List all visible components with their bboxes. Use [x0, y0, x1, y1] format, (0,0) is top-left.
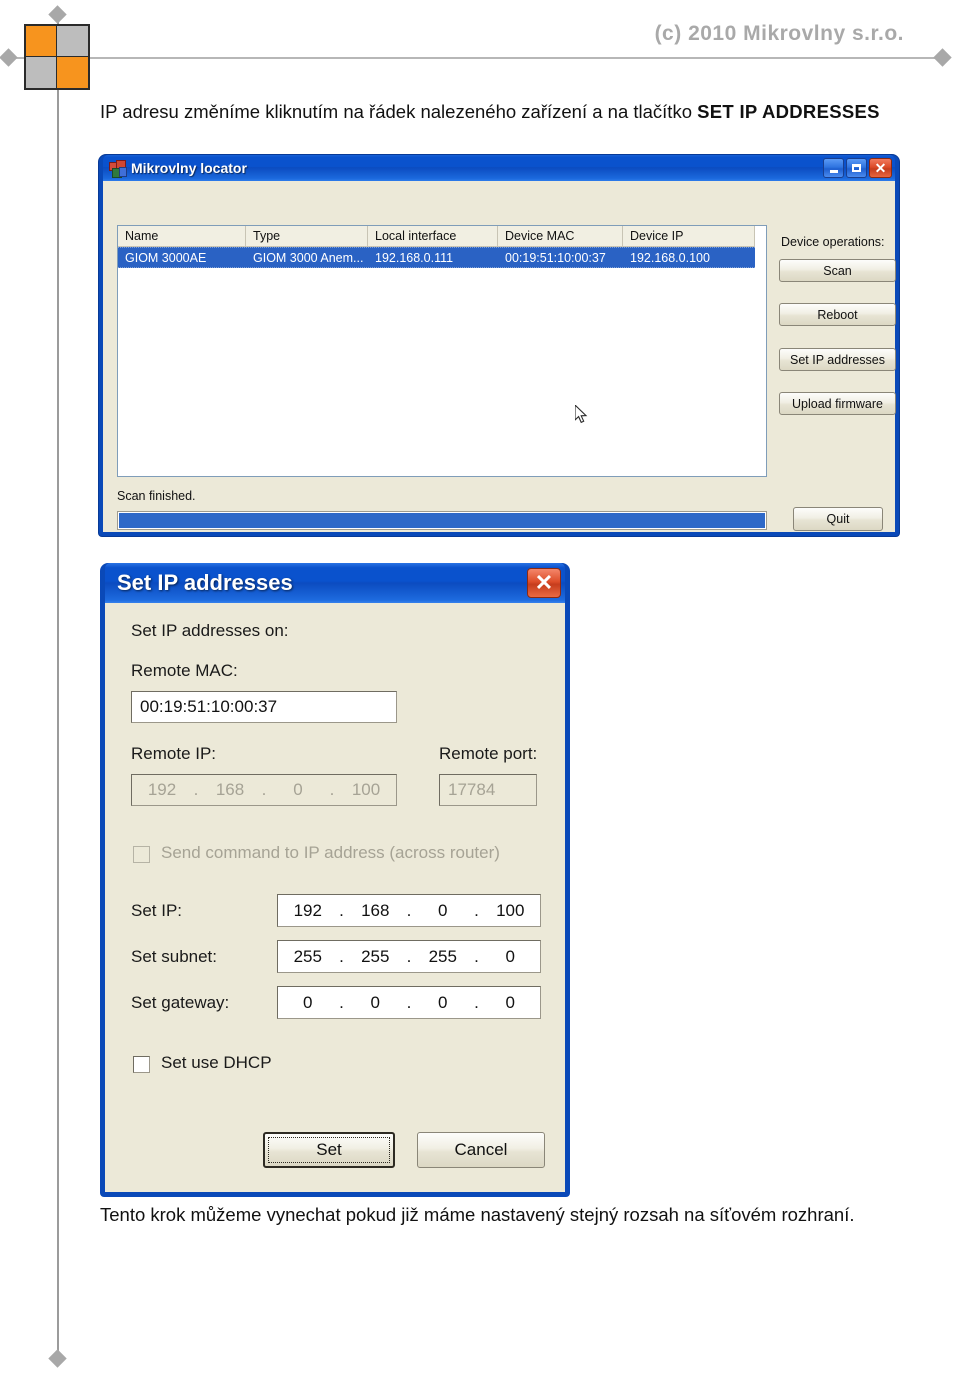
cancel-button[interactable]: Cancel: [417, 1132, 545, 1168]
outro-paragraph: Tento krok můžeme vynechat pokud již mám…: [100, 1204, 855, 1225]
column-header-type[interactable]: Type: [246, 226, 368, 247]
set-ip-octet-2: 168: [361, 900, 390, 920]
set-subnet-field[interactable]: 255. 255. 255. 0: [277, 940, 541, 973]
quit-button[interactable]: Quit: [793, 507, 883, 531]
use-dhcp-label: Set use DHCP: [161, 1053, 272, 1072]
diamond-left-icon: [0, 48, 18, 67]
section-label: Set IP addresses on:: [131, 621, 289, 640]
copyright-text: (c) 2010 Mikrovlny s.r.o.: [654, 22, 904, 45]
set-gateway-octet-4: 0: [505, 992, 515, 1012]
listview-header: Name Type Local interface Device MAC Dev…: [118, 226, 766, 247]
dialog-title: Set IP addresses: [117, 570, 293, 595]
locator-window-title: Mikrovlny locator: [131, 160, 247, 176]
locator-window-controls: ✕: [823, 158, 892, 178]
remote-mac-label: Remote MAC:: [131, 661, 238, 680]
left-vertical-rule: [57, 14, 59, 1362]
locator-client-area: Name Type Local interface Device MAC Dev…: [103, 181, 896, 532]
set-subnet-octet-3: 255: [428, 946, 457, 966]
column-header-device-ip[interactable]: Device IP: [623, 226, 755, 247]
set-ip-field[interactable]: 192. 168. 0. 100: [277, 894, 541, 927]
close-icon[interactable]: ✕: [869, 158, 892, 178]
remote-ip-octet-1: 192: [147, 780, 177, 799]
set-subnet-octet-1: 255: [293, 946, 322, 966]
diamond-right-icon: [933, 48, 952, 67]
cell-device-ip: 192.168.0.100: [630, 250, 710, 265]
device-operations-label: Device operations:: [781, 235, 885, 249]
scan-button[interactable]: Scan: [779, 259, 896, 282]
diamond-bottom-icon: [48, 1349, 67, 1368]
cell-device-mac: 00:19:51:10:00:37: [505, 250, 606, 265]
remote-ip-field[interactable]: 192. 168. 0. 100: [131, 774, 397, 806]
remote-ip-label: Remote IP:: [131, 744, 217, 763]
header-horizontal-rule: [8, 57, 944, 59]
set-ip-addresses-dialog: Set IP addresses ✕ Set IP addresses on: …: [100, 563, 570, 1197]
reboot-button[interactable]: Reboot: [779, 303, 896, 326]
remote-mac-field[interactable]: 00:19:51:10:00:37: [131, 691, 397, 723]
remote-port-field[interactable]: 17784: [439, 774, 537, 806]
app-blocks-icon: [109, 160, 127, 178]
set-button[interactable]: Set: [263, 1132, 395, 1168]
column-header-device-mac[interactable]: Device MAC: [498, 226, 623, 247]
set-ip-octet-4: 100: [496, 900, 525, 920]
set-gateway-octet-3: 0: [438, 992, 448, 1012]
use-dhcp-checkbox[interactable]: [133, 1056, 150, 1073]
dialog-client-area: Set IP addresses on: Remote MAC: 00:19:5…: [105, 603, 565, 1192]
remote-port-label: Remote port:: [439, 744, 538, 763]
set-gateway-field[interactable]: 0. 0. 0. 0: [277, 986, 541, 1019]
close-icon[interactable]: ✕: [527, 568, 561, 598]
table-row[interactable]: GIOM 3000AE GIOM 3000 Anem... 192.168.0.…: [118, 247, 755, 268]
intro-bold-text: SET IP ADDRESSES: [697, 101, 880, 122]
set-gateway-octet-2: 0: [370, 992, 380, 1012]
column-header-name[interactable]: Name: [118, 226, 246, 247]
remote-ip-octet-2: 168: [215, 780, 245, 799]
diamond-top-icon: [48, 5, 67, 24]
mikrovlny-logo: [24, 24, 90, 90]
set-ip-label: Set IP:: [131, 901, 183, 920]
cell-local-interface: 192.168.0.111: [375, 250, 454, 265]
minimize-button[interactable]: [823, 158, 844, 178]
remote-ip-octet-4: 100: [351, 780, 381, 799]
page-root: (c) 2010 Mikrovlny s.r.o. IP adresu změn…: [0, 0, 960, 1376]
device-listview[interactable]: Name Type Local interface Device MAC Dev…: [117, 225, 767, 477]
cell-name: GIOM 3000AE: [125, 250, 207, 265]
send-command-checkbox[interactable]: [133, 846, 150, 863]
column-header-local-interface[interactable]: Local interface: [368, 226, 498, 247]
scan-progress-bar: [117, 511, 767, 530]
set-subnet-label: Set subnet:: [131, 947, 218, 966]
set-gateway-octet-1: 0: [303, 992, 313, 1012]
remote-ip-octet-3: 0: [293, 780, 303, 799]
set-subnet-octet-4: 0: [505, 946, 515, 966]
intro-paragraph: IP adresu změníme kliknutím na řádek nal…: [100, 100, 920, 125]
locator-title-bar[interactable]: Mikrovlny locator ✕: [103, 155, 895, 181]
upload-firmware-button[interactable]: Upload firmware: [779, 392, 896, 415]
cell-type: GIOM 3000 Anem...: [253, 250, 364, 265]
set-ip-octet-1: 192: [293, 900, 322, 920]
send-command-label: Send command to IP address (across route…: [161, 843, 500, 862]
intro-text: IP adresu změníme kliknutím na řádek nal…: [100, 101, 698, 122]
maximize-button[interactable]: [846, 158, 867, 178]
set-gateway-label: Set gateway:: [131, 993, 230, 1012]
set-ip-octet-3: 0: [438, 900, 448, 920]
set-subnet-octet-2: 255: [361, 946, 390, 966]
dialog-title-bar[interactable]: Set IP addresses ✕: [105, 563, 565, 603]
mikrovlny-locator-window: Mikrovlny locator ✕ Name Type Local inte…: [99, 155, 899, 536]
set-button-label: Set: [316, 1140, 342, 1159]
status-text: Scan finished.: [117, 489, 196, 503]
set-ip-addresses-button[interactable]: Set IP addresses: [779, 348, 896, 371]
